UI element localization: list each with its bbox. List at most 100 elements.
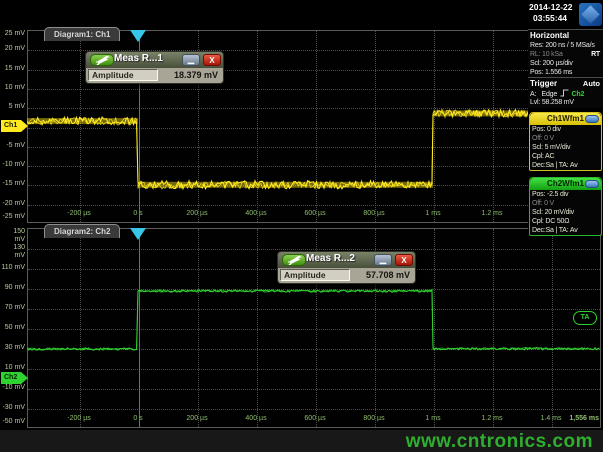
- x-axis-label: 200 µs: [183, 210, 211, 218]
- x-axis-label: 800 µs: [360, 210, 388, 218]
- meas2-body: Amplitude 57.708 mV: [278, 268, 415, 283]
- meas2-parameter-field[interactable]: Amplitude: [280, 269, 350, 281]
- meas1-value: 18.379 mV: [174, 70, 218, 80]
- x-axis-edge-label: 1,556 ms: [559, 415, 599, 423]
- trigger-a-label: A:: [530, 91, 536, 98]
- watermark-url: www.cntronics.com: [406, 431, 593, 452]
- trigger-a-source: Ch2: [572, 91, 585, 98]
- trigger-panel-title: Trigger Auto: [528, 78, 603, 89]
- y-axis-label: 50 mV: [1, 324, 25, 332]
- horizontal-rl: RL: 10 kSa RT: [528, 50, 603, 59]
- ch2wfm1-title: Ch2Wfm1: [547, 179, 584, 188]
- y-axis-label: 5 mV: [1, 103, 25, 111]
- x-axis-label: 200 µs: [183, 415, 211, 423]
- y-axis-label: -20 mV: [1, 200, 25, 208]
- y-axis-label: 90 mV: [1, 284, 25, 292]
- y-axis-label: 20 mV: [1, 45, 25, 53]
- x-axis-label: 0 s: [124, 210, 152, 218]
- meas1-body: Amplitude 18.379 mV: [86, 68, 223, 83]
- tab-diagram1[interactable]: Diagram1: Ch1: [44, 27, 120, 41]
- ch2wfm-row: Dec:Sa | TA: Av: [530, 226, 601, 235]
- ch2wfm1-body: Pos: -2.5 divOff: 0 VScl: 20 mV/divCpl: …: [530, 190, 601, 235]
- x-axis-label: 1.2 ms: [478, 210, 506, 218]
- ch2wfm1-minimize-icon[interactable]: [585, 180, 599, 188]
- horizontal-pos: Pos: 1.556 ms: [528, 68, 603, 77]
- meas1-close-button[interactable]: X: [203, 54, 221, 66]
- ch2wfm1-panel[interactable]: Ch2Wfm1 Pos: -2.5 divOff: 0 VScl: 20 mV/…: [529, 177, 602, 236]
- trigger-level: Lvl: 58.258 mV: [528, 98, 603, 107]
- meas-result-1-popup: Meas R...1 ▁ X Amplitude 18.379 mV: [85, 51, 224, 84]
- meas1-header[interactable]: Meas R...1 ▁ X: [86, 52, 223, 68]
- trigger-a-row: A: Edge Ch2: [528, 89, 603, 98]
- x-axis-label: 400 µs: [242, 210, 270, 218]
- trigger-panel[interactable]: Trigger Auto A: Edge Ch2 Lvl: 58.258 mV: [528, 77, 603, 108]
- trigger-level-badge[interactable]: TA: [573, 311, 597, 325]
- ch1wfm1-header[interactable]: Ch1Wfm1: [530, 113, 601, 125]
- tab-diagram2[interactable]: Diagram2: Ch2: [44, 224, 120, 238]
- ch1wfm-row: Dec:Sa | TA: Av: [530, 161, 601, 170]
- ch2wfm-row: Cpl: DC 50Ω: [530, 217, 601, 226]
- y-axis-label: 110 mV: [1, 264, 25, 272]
- horizontal-panel-title: Horizontal: [528, 30, 603, 41]
- rohde-schwarz-logo-icon: [579, 3, 602, 26]
- y-axis-label: 10 mV: [1, 84, 25, 92]
- y-axis-label: -50 mV: [1, 418, 25, 426]
- x-axis-label: 600 µs: [301, 415, 329, 423]
- y-axis-label: 30 mV: [1, 344, 25, 352]
- meas1-title: Meas R...1: [114, 53, 163, 64]
- meas1-minimize-button[interactable]: ▁: [182, 54, 200, 66]
- status-date: 2014-12-22: [529, 2, 579, 12]
- horizontal-panel[interactable]: Horizontal Res: 200 ns / 5 MSa/s RL: 10 …: [528, 29, 603, 77]
- x-axis-label: 400 µs: [242, 415, 270, 423]
- meas2-header[interactable]: Meas R...2 ▁ X: [278, 252, 415, 268]
- y-axis-label: 130 mV: [1, 244, 25, 260]
- ch1wfm1-body: Pos: 0 divOff: 0 VScl: 5 mV/divCpl: ACDe…: [530, 125, 601, 170]
- horizontal-res: Res: 200 ns / 5 MSa/s: [528, 41, 603, 50]
- ch1wfm1-minimize-icon[interactable]: [585, 115, 599, 123]
- bottom-strip: www.cntronics.com: [0, 430, 603, 452]
- wrench-icon: [91, 55, 113, 65]
- x-axis-label: 1.2 ms: [478, 415, 506, 423]
- oscilloscope-screen: 25 mV20 mV15 mV10 mV5 mV0 V-5 mV-10 mV-1…: [0, 0, 603, 452]
- meas1-parameter-field[interactable]: Amplitude: [88, 69, 158, 81]
- y-axis-label: -25 mV: [1, 213, 25, 221]
- ch1wfm-row: Pos: 0 div: [530, 125, 601, 134]
- horizontal-scl: Scl: 200 µs/div: [528, 59, 603, 68]
- ch2-ground-marker[interactable]: Ch2: [1, 372, 28, 384]
- y-axis-label: -10 mV: [1, 384, 25, 392]
- ch2wfm-row: Pos: -2.5 div: [530, 190, 601, 199]
- ch2wfm-row: Scl: 20 mV/div: [530, 208, 601, 217]
- ch2wfm-row: Off: 0 V: [530, 199, 601, 208]
- y-axis-label: 15 mV: [1, 65, 25, 73]
- ch2wfm1-header[interactable]: Ch2Wfm1: [530, 178, 601, 190]
- meas-result-2-popup: Meas R...2 ▁ X Amplitude 57.708 mV: [277, 251, 416, 284]
- wrench-icon: [283, 255, 305, 265]
- ch1wfm1-panel[interactable]: Ch1Wfm1 Pos: 0 divOff: 0 VScl: 5 mV/divC…: [529, 112, 602, 171]
- trigger-mode: Auto: [583, 79, 600, 88]
- meas1-settings-button[interactable]: [90, 54, 114, 66]
- y-axis-label: 150 mV: [1, 228, 25, 244]
- meas2-close-button[interactable]: X: [395, 254, 413, 266]
- meas2-value: 57.708 mV: [366, 270, 410, 280]
- y-axis-label: 10 mV: [1, 364, 25, 372]
- trigger-position-marker-icon[interactable]: [130, 228, 146, 240]
- y-axis-label: 70 mV: [1, 304, 25, 312]
- meas2-title: Meas R...2: [306, 253, 355, 264]
- x-axis-label: 0 s: [124, 415, 152, 423]
- y-axis-label: -30 mV: [1, 404, 25, 412]
- x-axis-label: 600 µs: [301, 210, 329, 218]
- y-axis-label: 25 mV: [1, 30, 25, 38]
- ch1wfm1-title: Ch1Wfm1: [547, 114, 584, 123]
- edge-slope-icon: [560, 89, 569, 97]
- ch1wfm-row: Off: 0 V: [530, 134, 601, 143]
- meas2-minimize-button[interactable]: ▁: [374, 254, 392, 266]
- y-axis-label: -10 mV: [1, 161, 25, 169]
- status-area: 2014-12-22 03:55:44: [528, 0, 603, 29]
- meas2-settings-button[interactable]: [282, 254, 306, 266]
- y-axis-label: -5 mV: [1, 142, 25, 150]
- horizontal-rt-flag: RT: [591, 50, 600, 59]
- x-axis-label: -200 µs: [65, 415, 93, 423]
- trigger-a-type: Edge: [541, 91, 557, 98]
- trigger-position-marker-icon[interactable]: [130, 30, 146, 42]
- y-axis-label: -15 mV: [1, 180, 25, 188]
